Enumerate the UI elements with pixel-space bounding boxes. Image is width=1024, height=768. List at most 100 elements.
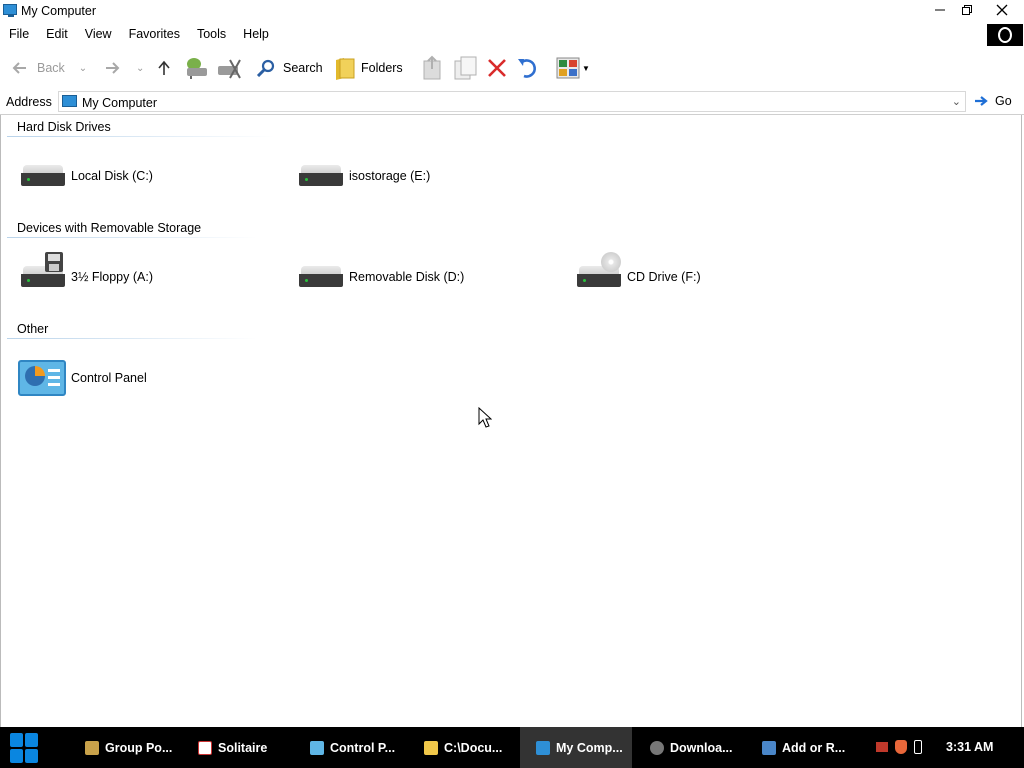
forward-button[interactable]: ⌄ [104,50,144,86]
search-icon [256,59,275,77]
group-divider [7,237,257,238]
close-button[interactable] [985,0,1019,20]
map-drive-button[interactable] [184,50,210,86]
task-control-panel[interactable]: Control P... [300,727,408,768]
drive-floppy-a[interactable]: 3½ Floppy (A:) [21,252,153,298]
copy-to-icon [454,56,477,80]
toolbar: Back ⌄ ⌄ Search Folders ▼ [0,50,1024,86]
folders-icon [336,58,355,80]
go-label: Go [995,94,1012,108]
task-label: Group Po... [105,740,173,755]
move-to-icon [423,55,441,80]
forward-arrow-icon [106,62,120,74]
task-solitaire[interactable]: Solitaire [188,727,288,768]
menu-file[interactable]: File [0,24,37,46]
task-label: Add or R... [782,740,846,755]
menu-tools[interactable]: Tools [188,24,234,46]
control-panel-item[interactable]: Control Panel [18,357,147,399]
task-label: My Comp... [556,740,623,755]
drive-cd-f[interactable]: CD Drive (F:) [577,252,701,298]
task-documents-folder[interactable]: C:\Docu... [414,727,518,768]
taskbar-clock[interactable]: 3:31 AM [946,740,993,754]
delete-button[interactable] [486,50,508,86]
address-value: My Computer [82,96,158,110]
group-title-other: Other [17,322,49,336]
task-group-policy[interactable]: Group Po... [75,727,175,768]
task-downloads[interactable]: Downloa... [640,727,746,768]
group-title-hard-disk-drives: Hard Disk Drives [17,120,111,134]
tray-shield-icon[interactable] [895,740,907,754]
solitaire-icon [198,740,212,755]
task-label: Downloa... [670,740,733,755]
minimize-icon [935,9,945,11]
back-arrow-icon [12,62,26,74]
restore-button[interactable] [950,0,984,20]
undo-button[interactable] [516,50,540,86]
group-divider [7,136,275,137]
copy-to-button[interactable] [452,50,478,86]
start-button[interactable] [10,733,40,763]
computer-icon [62,95,77,107]
hard-drive-icon [299,163,343,189]
menu-edit[interactable]: Edit [37,24,76,46]
go-button[interactable]: Go [974,94,1012,108]
item-label: CD Drive (F:) [627,270,701,284]
title-bar: My Computer [0,0,1024,22]
forward-dropdown-icon: ⌄ [136,62,145,74]
item-label: isostorage (E:) [349,169,431,183]
views-icon [556,57,580,79]
menu-view[interactable]: View [76,24,120,46]
group-divider [7,338,257,339]
floppy-drive-icon [21,252,65,290]
item-label: Control Panel [71,371,147,385]
add-remove-icon [762,740,776,755]
up-arrow-icon [158,60,170,75]
folders-button[interactable]: Folders [334,50,403,86]
drive-local-disk-c[interactable]: Local Disk (C:) [21,155,153,197]
task-my-computer[interactable]: My Comp... [520,727,632,768]
hard-drive-icon [21,163,65,189]
task-add-remove-programs[interactable]: Add or R... [752,727,860,768]
drive-isostorage-e[interactable]: isostorage (E:) [299,155,430,197]
removable-drive-icon [299,264,343,290]
tray-language-icon[interactable] [876,742,888,752]
search-button[interactable]: Search [256,50,323,86]
folders-label: Folders [361,61,403,75]
address-dropdown-icon[interactable]: ⌄ [952,95,961,108]
brand-logo [987,24,1023,46]
item-label: Removable Disk (D:) [349,270,465,284]
move-to-button[interactable] [420,50,444,86]
window-title: My Computer [21,4,97,18]
map-network-drive-icon [187,58,207,79]
go-arrow-icon [975,96,988,106]
disconnect-drive-icon [218,59,241,79]
close-icon [996,4,1008,16]
drive-removable-disk-d[interactable]: Removable Disk (D:) [299,256,464,298]
task-label: Solitaire [218,740,268,755]
mouse-cursor-icon [478,407,492,428]
item-label: 3½ Floppy (A:) [71,270,153,284]
address-field[interactable]: My Computer ⌄ [58,91,966,112]
task-label: Control P... [330,740,396,755]
download-icon [650,740,664,755]
menu-bar: File Edit View Favorites Tools Help [0,24,277,46]
back-button[interactable]: Back ⌄ [12,50,87,86]
computer-icon [3,4,17,17]
task-label: C:\Docu... [444,740,503,755]
address-label: Address [6,95,52,109]
taskbar: Group Po... Solitaire Control P... C:\Do… [0,727,1024,768]
up-button[interactable] [157,50,171,86]
back-dropdown-icon[interactable]: ⌄ [79,63,87,74]
restore-icon [962,5,972,15]
item-label: Local Disk (C:) [71,169,153,183]
views-button[interactable]: ▼ [556,50,590,86]
views-dropdown-icon[interactable]: ▼ [582,64,590,73]
back-label: Back [37,61,65,75]
menu-favorites[interactable]: Favorites [120,24,188,46]
undo-icon [518,59,536,78]
disconnect-drive-button[interactable] [216,50,242,86]
menu-help[interactable]: Help [234,24,277,46]
address-bar: Address My Computer ⌄ Go [0,90,1024,115]
tray-usb-icon[interactable] [914,740,922,754]
control-panel-icon [310,740,324,755]
